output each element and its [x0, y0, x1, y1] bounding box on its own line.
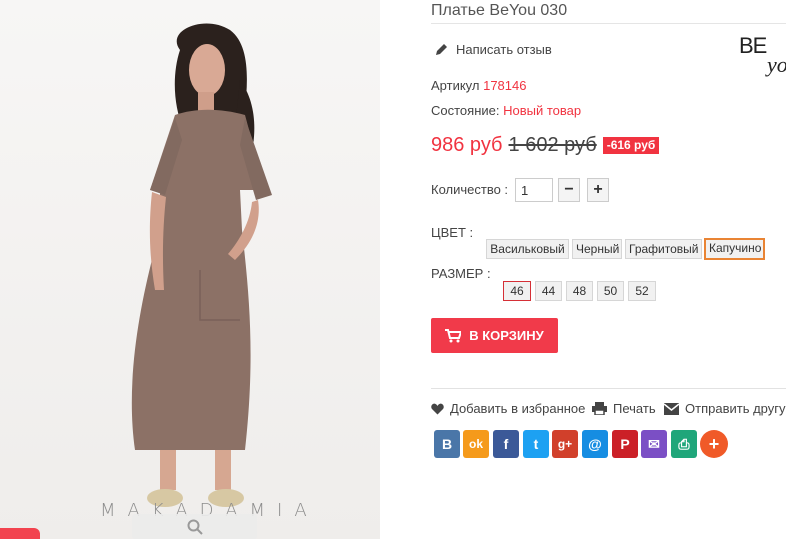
- color-option-chernyi[interactable]: Черный: [572, 239, 622, 259]
- share-vk-icon[interactable]: В: [434, 430, 460, 458]
- color-option-kapuchino[interactable]: Капучино: [704, 238, 765, 260]
- color-label: ЦВЕТ :: [431, 225, 474, 240]
- size-option-50[interactable]: 50: [597, 281, 624, 301]
- share-email-icon[interactable]: ✉: [641, 430, 667, 458]
- add-to-wishlist-label: Добавить в избранное: [450, 401, 586, 416]
- pencil-icon: [436, 44, 447, 55]
- share-google-plus-icon[interactable]: g+: [552, 430, 578, 458]
- share-facebook-icon[interactable]: f: [493, 430, 519, 458]
- discount-badge: -616 руб: [602, 137, 660, 154]
- model-illustration: [131, 23, 272, 507]
- size-option-44[interactable]: 44: [535, 281, 562, 301]
- zoom-icon: [187, 519, 203, 535]
- size-option-46[interactable]: 46: [503, 281, 531, 301]
- svg-text:yo: yo: [765, 52, 786, 77]
- share-mail-ru-icon[interactable]: @: [582, 430, 608, 458]
- brand-logo-mark: BE yo: [739, 33, 786, 77]
- add-to-cart-label: В КОРЗИНУ: [469, 328, 544, 343]
- send-to-friend-label: Отправить другу: [685, 401, 786, 416]
- product-title: Платье BeYou 030: [431, 2, 568, 19]
- share-twitter-icon[interactable]: t: [523, 430, 549, 458]
- price-new: 986 руб: [431, 134, 503, 156]
- write-review-label: Написать отзыв: [456, 42, 552, 57]
- quantity-minus-button[interactable]: −: [558, 178, 580, 202]
- printer-icon: [592, 402, 607, 415]
- product-info: Платье BeYou 030 BE yo Написать отзыв Ар…: [431, 0, 786, 539]
- print-link[interactable]: Печать: [592, 401, 656, 416]
- share-more-icon[interactable]: +: [700, 430, 728, 458]
- quantity-label: Количество :: [431, 182, 509, 197]
- condition-value: Новый товар: [503, 103, 582, 118]
- quantity-plus-button[interactable]: +: [587, 178, 609, 202]
- envelope-icon: [664, 402, 679, 415]
- heart-icon: [431, 403, 444, 414]
- condition-row: Состояние: Новый товар: [431, 103, 581, 118]
- add-to-cart-button[interactable]: В КОРЗИНУ: [431, 318, 558, 353]
- condition-label: Состояние:: [431, 103, 500, 118]
- size-option-52[interactable]: 52: [628, 281, 656, 301]
- title-divider: [431, 23, 786, 24]
- brand-logo[interactable]: BE yo: [739, 30, 786, 78]
- print-label: Печать: [613, 401, 656, 416]
- sku-label: Артикул: [431, 78, 480, 93]
- color-option-vasilkovyi[interactable]: Васильковый: [486, 239, 569, 259]
- actions-divider: [431, 388, 786, 389]
- size-option-48[interactable]: 48: [566, 281, 593, 301]
- send-to-friend-link[interactable]: Отправить другу: [664, 401, 785, 416]
- product-photo[interactable]: MAKADAMIA: [0, 0, 380, 539]
- share-odnoklassniki-icon[interactable]: ok: [463, 430, 489, 458]
- color-option-grafitovyi[interactable]: Графитовый: [625, 239, 702, 259]
- write-review-link[interactable]: Написать отзыв: [435, 42, 552, 57]
- add-to-wishlist-link[interactable]: Добавить в избранное: [431, 401, 585, 416]
- price-old: 1 602 руб: [508, 134, 597, 156]
- share-pinterest-icon[interactable]: P: [612, 430, 638, 458]
- size-label: РАЗМЕР :: [431, 266, 491, 281]
- cart-icon: [445, 328, 462, 342]
- svg-text:BE: BE: [739, 33, 767, 58]
- share-print-icon[interactable]: ⎙: [671, 430, 697, 458]
- sku-row: Артикул 178146: [431, 78, 526, 93]
- sku-value: 178146: [483, 78, 527, 93]
- quantity-input[interactable]: [515, 178, 553, 202]
- red-corner-badge[interactable]: [0, 528, 40, 539]
- price-row: 986 руб 1 602 руб -616 руб: [431, 134, 660, 157]
- zoom-button[interactable]: [132, 514, 257, 539]
